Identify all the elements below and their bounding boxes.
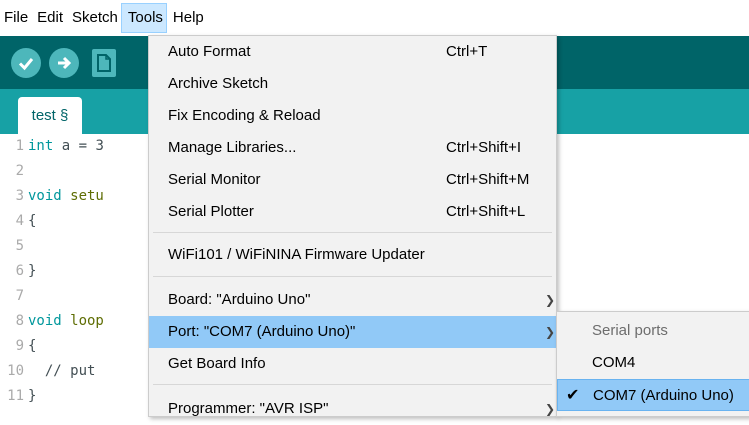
line-number: 5 xyxy=(15,238,24,254)
code-line[interactable]: 6} xyxy=(0,261,37,282)
code-line[interactable]: 5 xyxy=(0,236,28,257)
menu-item-fix-encoding[interactable]: Fix Encoding & Reload xyxy=(149,100,556,132)
menu-item-serial-plotter[interactable]: Serial Plotter Ctrl+Shift+L xyxy=(149,196,556,228)
code-line[interactable]: 9{ xyxy=(0,336,37,357)
verify-button[interactable] xyxy=(11,48,41,78)
code-token: void xyxy=(28,313,62,329)
menu-sketch[interactable]: Sketch xyxy=(66,3,121,33)
code-token: } xyxy=(28,388,37,404)
menu-edit[interactable]: Edit xyxy=(31,3,66,33)
tools-menu: Auto Format Ctrl+T Archive Sketch Fix En… xyxy=(148,35,557,417)
line-number: 9 xyxy=(15,338,24,354)
menu-item-manage-libraries[interactable]: Manage Libraries... Ctrl+Shift+I xyxy=(149,132,556,164)
menu-item-archive-sketch[interactable]: Archive Sketch xyxy=(149,68,556,100)
code-token: // put xyxy=(28,363,96,379)
line-number: 4 xyxy=(15,213,24,229)
menu-bar: File Edit Sketch Tools Help xyxy=(0,0,749,36)
port-submenu: Serial ports COM4 ✔ COM7 (Arduino Uno) xyxy=(556,311,749,417)
tab-test[interactable]: test § xyxy=(18,97,82,134)
new-sketch-button[interactable] xyxy=(92,49,116,77)
submenu-header-serial-ports: Serial ports xyxy=(592,322,668,339)
code-token: { xyxy=(28,338,37,354)
line-number: 11 xyxy=(7,388,24,404)
code-line[interactable]: 7 xyxy=(0,286,28,307)
code-token: int xyxy=(28,138,54,154)
menu-item-auto-format[interactable]: Auto Format Ctrl+T xyxy=(149,36,556,68)
menu-help[interactable]: Help xyxy=(167,3,207,33)
upload-button[interactable] xyxy=(49,48,79,78)
code-line[interactable]: 8 void loop xyxy=(0,311,104,332)
code-line[interactable]: 11} xyxy=(0,386,36,407)
line-number: 8 xyxy=(15,313,24,329)
line-number: 3 xyxy=(15,188,24,204)
menu-item-programmer[interactable]: Programmer: "AVR ISP" ❯ xyxy=(149,393,556,425)
menu-item-board[interactable]: Board: "Arduino Uno" ❯ xyxy=(149,284,556,316)
line-number: 7 xyxy=(15,288,24,304)
menu-separator xyxy=(153,384,552,385)
checkmark-icon xyxy=(18,58,34,71)
code-token: } xyxy=(28,263,37,279)
line-number: 1 xyxy=(15,138,24,154)
menu-separator xyxy=(153,276,552,277)
code-line[interactable]: 4{ xyxy=(0,211,37,232)
menu-item-board-info[interactable]: Get Board Info xyxy=(149,348,556,380)
line-number: 10 xyxy=(7,363,24,379)
line-number: 2 xyxy=(15,163,24,179)
code-token: a = 3 xyxy=(53,138,104,154)
menu-tools[interactable]: Tools xyxy=(120,3,167,33)
code-line[interactable]: 3 void setu xyxy=(0,186,104,207)
code-token: { xyxy=(28,213,37,229)
menu-item-port[interactable]: Port: "COM7 (Arduino Uno)" ❯ xyxy=(149,316,556,348)
menu-file[interactable]: File xyxy=(0,3,31,33)
port-option-com7[interactable]: ✔ COM7 (Arduino Uno) xyxy=(557,379,749,411)
document-icon xyxy=(97,54,111,72)
chevron-right-icon: ❯ xyxy=(545,402,556,416)
code-token: setu xyxy=(61,188,104,204)
port-option-com4[interactable]: COM4 xyxy=(557,347,749,379)
menu-separator xyxy=(153,232,552,233)
chevron-right-icon: ❯ xyxy=(545,325,556,339)
arrow-right-icon xyxy=(58,56,72,70)
code-line[interactable]: 2 xyxy=(0,161,28,182)
line-number: 6 xyxy=(15,263,24,279)
code-token: loop xyxy=(61,313,104,329)
checkmark-icon: ✔ xyxy=(566,387,580,404)
menu-item-firmware-updater[interactable]: WiFi101 / WiFiNINA Firmware Updater xyxy=(149,239,556,271)
code-line[interactable]: 1 int a = 3 xyxy=(0,136,104,157)
chevron-right-icon: ❯ xyxy=(545,293,556,307)
menu-item-serial-monitor[interactable]: Serial Monitor Ctrl+Shift+M xyxy=(149,164,556,196)
code-token: void xyxy=(28,188,62,204)
code-line[interactable]: 10 // put xyxy=(0,361,95,382)
